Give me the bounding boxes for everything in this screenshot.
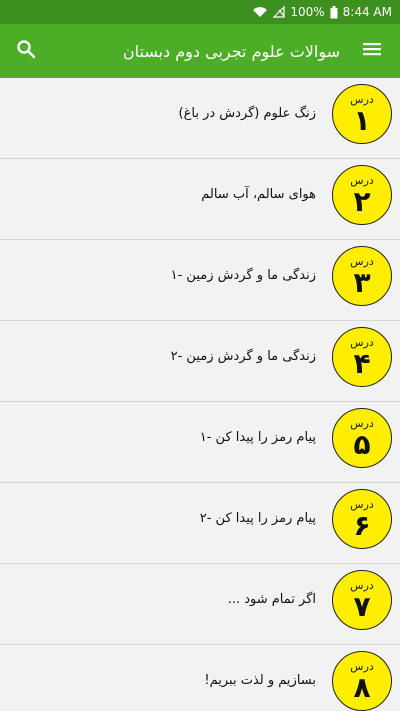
signal-muted-icon xyxy=(273,6,285,18)
lesson-number: ۵ xyxy=(353,428,371,461)
lesson-title: پیام رمز را پیدا کن -۱ xyxy=(199,430,316,445)
lesson-number: ۶ xyxy=(353,509,371,542)
lesson-title: بسازیم و لذت ببریم! xyxy=(204,673,316,688)
lesson-badge: درس ۳ xyxy=(332,246,392,306)
clock: 8:44 AM xyxy=(342,5,392,19)
search-icon xyxy=(16,39,36,63)
lesson-title: اگر تمام شود ... xyxy=(227,592,316,607)
lesson-number: ۱ xyxy=(353,104,371,137)
lesson-item-7[interactable]: درس ۷ اگر تمام شود ... xyxy=(0,564,400,645)
lesson-title: زندگی ما و گردش زمین -۲ xyxy=(170,349,316,364)
status-bar: 100% 8:44 AM xyxy=(0,0,400,24)
lesson-badge: درس ۶ xyxy=(332,489,392,549)
battery-icon xyxy=(330,5,338,19)
lesson-badge: درس ۴ xyxy=(332,327,392,387)
lesson-item-5[interactable]: درس ۵ پیام رمز را پیدا کن -۱ xyxy=(0,402,400,483)
lesson-item-6[interactable]: درس ۶ پیام رمز را پیدا کن -۲ xyxy=(0,483,400,564)
lesson-item-3[interactable]: درس ۳ زندگی ما و گردش زمین -۱ xyxy=(0,240,400,321)
lesson-item-8[interactable]: درس ۸ بسازیم و لذت ببریم! xyxy=(0,645,400,711)
lesson-item-2[interactable]: درس ۲ هوای سالم، آب سالم xyxy=(0,159,400,240)
app-bar: سوالات علوم تجربی دوم دبستان xyxy=(0,24,400,78)
menu-button[interactable] xyxy=(358,37,386,65)
lesson-badge: درس ۸ xyxy=(332,651,392,711)
lesson-badge: درس ۷ xyxy=(332,570,392,630)
lesson-item-4[interactable]: درس ۴ زندگی ما و گردش زمین -۲ xyxy=(0,321,400,402)
lesson-number: ۷ xyxy=(353,590,371,623)
wifi-icon xyxy=(252,6,268,18)
lesson-list: درس ۱ زنگ علوم (گردش در باغ) درس ۲ هوای … xyxy=(0,78,400,711)
lesson-badge: درس ۵ xyxy=(332,408,392,468)
lesson-title: زندگی ما و گردش زمین -۱ xyxy=(170,268,316,283)
lesson-number: ۲ xyxy=(353,185,371,218)
hamburger-menu-icon xyxy=(362,41,382,61)
lesson-item-1[interactable]: درس ۱ زنگ علوم (گردش در باغ) xyxy=(0,78,400,159)
lesson-title: هوای سالم، آب سالم xyxy=(201,187,316,202)
lesson-badge: درس ۲ xyxy=(332,165,392,225)
lesson-badge: درس ۱ xyxy=(332,84,392,144)
lesson-number: ۸ xyxy=(353,671,371,704)
page-title: سوالات علوم تجربی دوم دبستان xyxy=(122,41,340,61)
lesson-number: ۳ xyxy=(353,266,371,299)
battery-percent: 100% xyxy=(290,5,325,19)
lesson-title: پیام رمز را پیدا کن -۲ xyxy=(199,511,316,526)
search-button[interactable] xyxy=(12,37,40,65)
lesson-number: ۴ xyxy=(353,347,371,380)
lesson-title: زنگ علوم (گردش در باغ) xyxy=(178,106,316,121)
